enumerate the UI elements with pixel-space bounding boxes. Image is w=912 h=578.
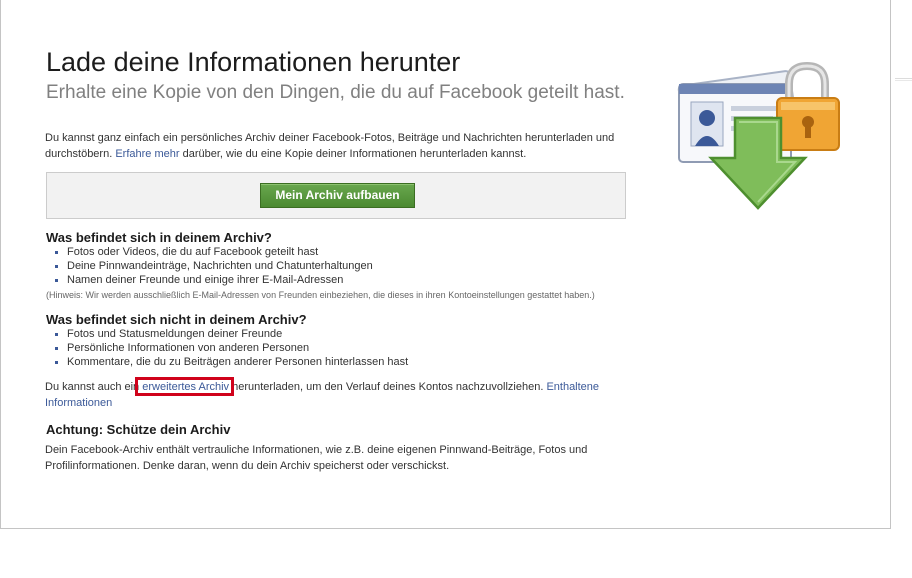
- not-in-archive-list: Fotos und Statusmeldungen deiner Freunde…: [52, 327, 408, 369]
- list-item: Persönliche Informationen von anderen Pe…: [52, 341, 408, 355]
- in-archive-list: Fotos oder Videos, die du auf Facebook g…: [52, 245, 373, 287]
- intro-text-part: darüber, wie du eine Kopie deiner Inform…: [179, 148, 527, 160]
- extended-text-part: herunterladen, um den Verlauf deines Kon…: [229, 381, 547, 393]
- divider: [895, 78, 912, 79]
- extended-archive-text: Du kannst auch ein erweitertes Archiv he…: [45, 379, 605, 411]
- build-archive-button[interactable]: Mein Archiv aufbauen: [260, 183, 415, 208]
- warning-heading: Achtung: Schütze dein Archiv: [46, 422, 231, 437]
- list-item: Fotos oder Videos, die du auf Facebook g…: [52, 245, 373, 259]
- profile-card-lock-download-icon: [673, 61, 843, 212]
- not-in-archive-heading: Was befindet sich nicht in deinem Archiv…: [46, 312, 307, 327]
- email-note: (Hinweis: Wir werden ausschließlich E-Ma…: [46, 290, 595, 300]
- in-archive-heading: Was befindet sich in deinem Archiv?: [46, 230, 272, 245]
- intro-text: Du kannst ganz einfach ein persönliches …: [45, 130, 645, 162]
- warning-text: Dein Facebook-Archiv enthält vertraulich…: [45, 444, 588, 472]
- build-archive-box: Mein Archiv aufbauen: [46, 172, 626, 219]
- list-item: Fotos und Statusmeldungen deiner Freunde: [52, 327, 408, 341]
- learn-more-link[interactable]: Erfahre mehr: [115, 148, 179, 160]
- page-title: Lade deine Informationen herunter: [46, 47, 461, 77]
- list-item: Namen deiner Freunde und einige ihrer E-…: [52, 273, 373, 287]
- divider: [895, 80, 912, 81]
- list-item: Deine Pinnwandeinträge, Nachrichten und …: [52, 259, 373, 273]
- highlight-box: [135, 377, 234, 396]
- extended-text-part: Du kannst auch ein: [45, 381, 143, 393]
- list-item: Kommentare, die du zu Beiträgen anderer …: [52, 355, 408, 369]
- page-subtitle: Erhalte eine Kopie von den Dingen, die d…: [46, 82, 625, 103]
